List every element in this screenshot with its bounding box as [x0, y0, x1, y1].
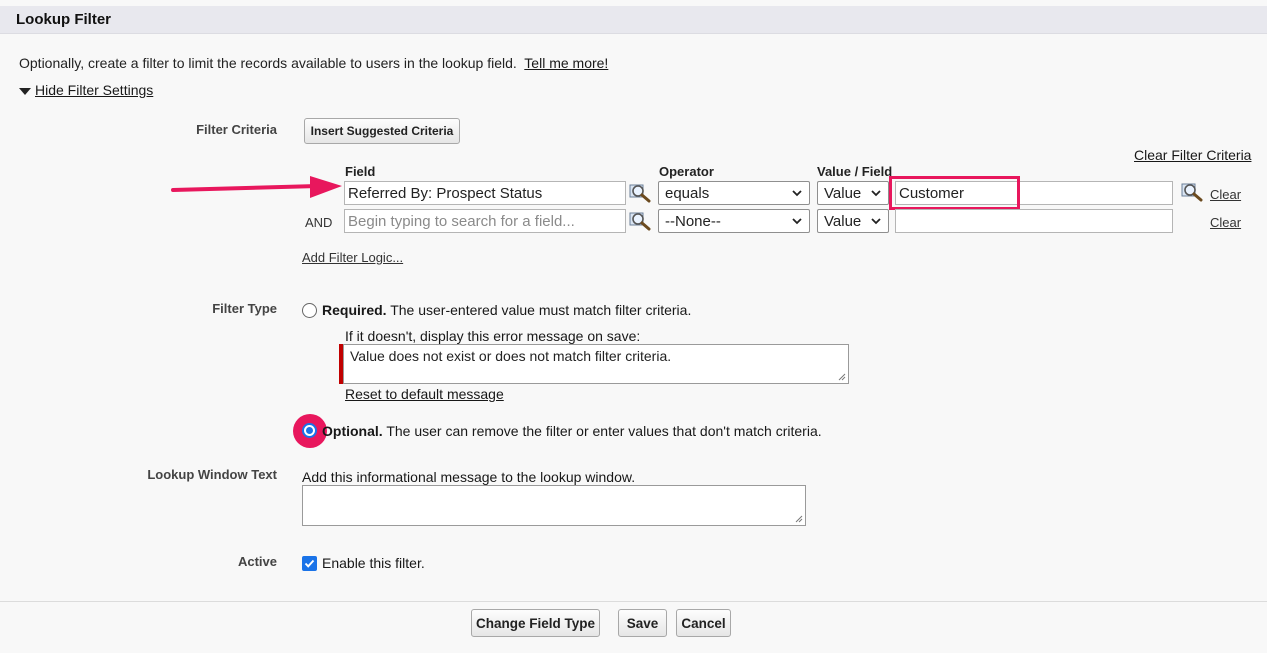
lookup-window-textarea[interactable]	[302, 485, 806, 526]
filter-row-1-value-type-select[interactable]: Value	[817, 181, 889, 205]
save-button[interactable]: Save	[618, 609, 667, 637]
value-type: Value	[824, 184, 862, 202]
field-placeholder: Begin typing to search for a field...	[348, 212, 575, 230]
annotation-arrow	[171, 176, 342, 198]
filter-row-2-operator-select[interactable]: --None--	[658, 209, 810, 233]
filter-row-1-clear-link[interactable]: Clear	[1210, 187, 1241, 202]
error-message-prompt: If it doesn't, display this error messag…	[345, 328, 641, 344]
filter-row-2-value-type-select[interactable]: Value	[817, 209, 889, 233]
filter-row-1-operator-select[interactable]: equals	[658, 181, 810, 205]
value-highlight-box	[889, 176, 1020, 210]
add-filter-logic-link[interactable]: Add Filter Logic...	[302, 250, 403, 265]
clear-filter-criteria-link[interactable]: Clear Filter Criteria	[1134, 147, 1251, 163]
filter-row-2-field-input[interactable]: Begin typing to search for a field...	[344, 209, 626, 233]
error-message-textarea[interactable]: Value does not exist or does not match f…	[343, 344, 849, 384]
lookup-window-text-label: Lookup Window Text	[147, 467, 277, 482]
hide-filter-settings[interactable]: Hide Filter Settings	[19, 82, 153, 98]
active-label: Active	[237, 554, 277, 569]
change-field-type-button[interactable]: Change Field Type	[471, 609, 600, 637]
triangle-down-icon	[19, 87, 31, 95]
chevron-down-icon	[871, 190, 881, 197]
chevron-down-icon	[871, 218, 881, 225]
filter-criteria-label: Filter Criteria	[196, 122, 277, 137]
required-option-text: Required. The user-entered value must ma…	[322, 302, 691, 318]
insert-suggested-criteria-button[interactable]: Insert Suggested Criteria	[304, 118, 460, 144]
hide-filter-settings-link[interactable]: Hide Filter Settings	[35, 82, 153, 98]
filter-type-label: Filter Type	[212, 301, 277, 316]
operator-value: --None--	[665, 212, 721, 230]
reset-default-message-link[interactable]: Reset to default message	[345, 386, 504, 402]
checkmark-icon	[304, 559, 315, 568]
optional-radio[interactable]	[302, 423, 317, 438]
required-title: Required.	[322, 302, 387, 318]
tell-me-more-link[interactable]: Tell me more!	[524, 55, 608, 71]
field-column-header: Field	[345, 164, 376, 179]
operator-value: equals	[665, 184, 710, 202]
value-column-header: Value / Field	[817, 164, 893, 179]
filter-row-1-field-input[interactable]: Referred By: Prospect Status	[344, 181, 626, 205]
section-title: Lookup Filter	[16, 11, 111, 28]
optional-title: Optional.	[322, 423, 383, 439]
section-header	[0, 6, 1267, 34]
intro-text: Optionally, create a filter to limit the…	[19, 55, 517, 71]
operator-column-header: Operator	[659, 164, 714, 179]
and-label: AND	[305, 215, 333, 230]
value-type: Value	[824, 212, 862, 230]
error-message-text: Value does not exist or does not match f…	[350, 348, 672, 364]
filter-row-2-clear-link[interactable]: Clear	[1210, 215, 1241, 230]
resize-grip-icon[interactable]	[795, 515, 803, 523]
optional-desc: The user can remove the filter or enter …	[386, 423, 822, 439]
chevron-down-icon	[792, 190, 802, 197]
required-desc: The user-entered value must match filter…	[390, 302, 692, 318]
intro-line: Optionally, create a filter to limit the…	[19, 55, 608, 71]
magnifier-icon[interactable]	[1180, 181, 1204, 203]
required-radio[interactable]	[302, 303, 317, 318]
magnifier-icon[interactable]	[628, 182, 652, 204]
resize-grip-icon[interactable]	[838, 373, 846, 381]
magnifier-icon[interactable]	[628, 210, 652, 232]
optional-option-text: Optional. The user can remove the filter…	[322, 423, 822, 439]
enable-filter-checkbox[interactable]	[302, 556, 317, 571]
chevron-down-icon	[792, 218, 802, 225]
enable-filter-label: Enable this filter.	[322, 555, 425, 571]
filter-row-2-value-input[interactable]	[895, 209, 1173, 233]
cancel-button[interactable]: Cancel	[676, 609, 731, 637]
lookup-window-prompt: Add this informational message to the lo…	[302, 469, 636, 485]
